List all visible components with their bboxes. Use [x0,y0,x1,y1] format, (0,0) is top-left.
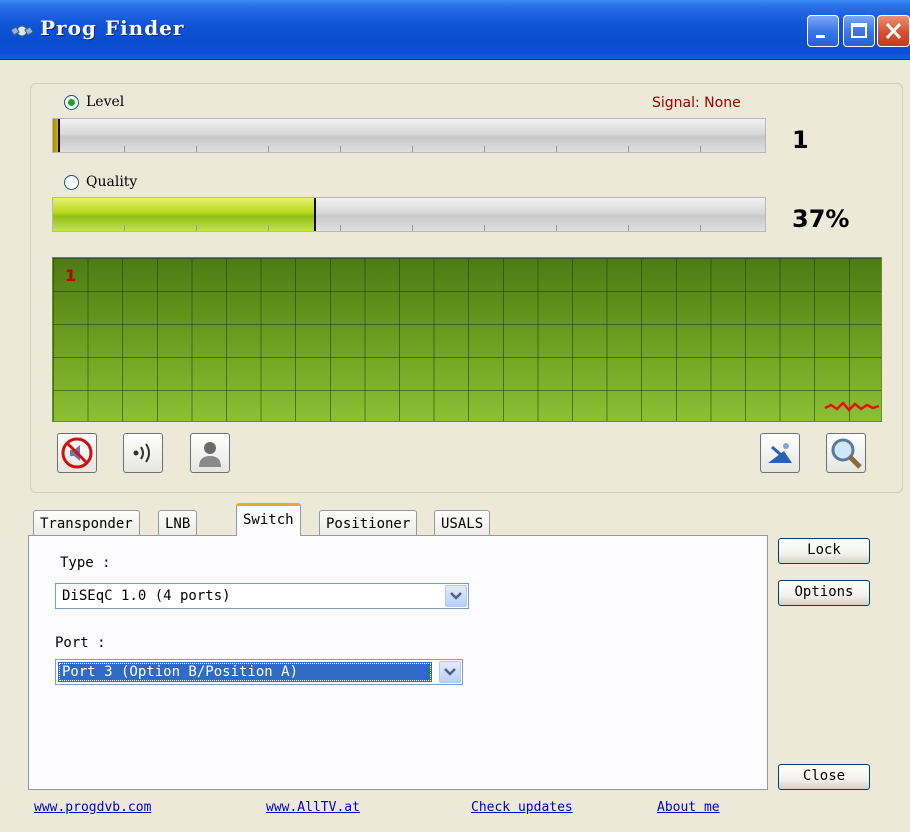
type-select-value: DiSEqC 1.0 (4 ports) [62,588,231,604]
search-icon [831,438,862,469]
close-button[interactable]: Close [778,764,870,790]
minimize-button[interactable] [807,15,839,47]
link-check-updates[interactable]: Check updates [471,800,573,815]
quality-bar [52,197,766,232]
level-bar [52,118,766,153]
scope-grid [53,258,881,421]
link-alltv[interactable]: www.AllTV.at [266,800,360,815]
quality-label: Quality [86,174,138,190]
sound-waves-icon [133,443,150,463]
title-bar[interactable]: Prog Finder [0,0,910,60]
quality-radio[interactable] [64,175,79,190]
user-icon [199,442,221,467]
maximize-button[interactable] [843,15,875,47]
level-value: 1 [792,126,809,154]
port-select[interactable]: Port 3 (Option B/Position A) [55,659,463,685]
chevron-down-icon [450,592,462,600]
tab-transponder[interactable]: Transponder [33,510,140,535]
tab-switch[interactable]: Switch [236,503,301,536]
chevron-down-icon [444,668,456,676]
signal-wave [824,401,880,412]
tab-usals[interactable]: USALS [434,510,491,535]
mute-speaker-icon [61,437,93,469]
satellite-icon [10,25,34,37]
link-about-me[interactable]: About me [657,800,720,815]
signal-status: Signal: None [652,95,741,111]
mute-button[interactable] [57,433,97,473]
link-progdvb[interactable]: www.progdvb.com [34,800,151,815]
port-select-dropdown[interactable] [439,661,461,683]
level-bar-ticks [53,146,765,152]
close-icon [885,22,902,40]
level-label: Level [86,94,125,110]
search-button[interactable] [826,433,866,473]
type-label: Type : [60,555,111,571]
quality-value: 37% [792,205,850,233]
tab-positioner[interactable]: Positioner [319,510,418,535]
satellite-dish-icon [768,443,792,463]
level-radio[interactable] [64,95,79,110]
scope-label: 1 [65,266,77,285]
signal-scope: 1 [52,257,882,422]
port-label: Port : [55,635,106,651]
tab-lnb[interactable]: LNB [158,510,198,535]
maximize-icon [851,23,867,38]
dish-button[interactable] [760,433,800,473]
close-window-button[interactable] [877,15,910,47]
window-title: Prog Finder [40,16,185,40]
sound-button[interactable] [123,433,163,473]
port-select-value: Port 3 (Option B/Position A) [58,662,432,682]
type-select-dropdown[interactable] [445,585,467,607]
minimize-icon [816,35,825,38]
user-button[interactable] [190,433,230,473]
quality-bar-ticks [53,225,765,231]
type-select[interactable]: DiSEqC 1.0 (4 ports) [55,583,469,609]
lock-button[interactable]: Lock [778,538,870,564]
options-button[interactable]: Options [778,580,870,606]
